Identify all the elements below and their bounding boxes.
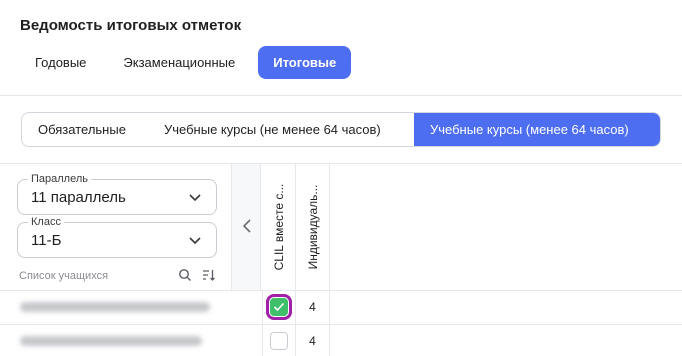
- class-value: 11-Б: [31, 232, 62, 249]
- table-row: 4: [0, 291, 682, 325]
- page-title: Ведомость итоговых отметок: [20, 17, 242, 34]
- tab-final[interactable]: Итоговые: [258, 46, 352, 79]
- parallel-select[interactable]: Параллель 11 параллель: [17, 173, 217, 215]
- mark-type-tabs: Годовые Экзаменационные Итоговые: [20, 46, 358, 79]
- subject-type-segmented-control: Обязательные Учебные курсы (не менее 64 …: [21, 112, 661, 147]
- individual-mark[interactable]: 4: [296, 325, 330, 356]
- segment-mandatory[interactable]: Обязательные: [22, 113, 148, 146]
- tab-annual[interactable]: Годовые: [20, 46, 101, 79]
- chevron-down-icon: [189, 194, 201, 202]
- check-icon: [273, 302, 285, 312]
- segment-courses-64-plus[interactable]: Учебные курсы (не менее 64 часов): [148, 113, 414, 146]
- student-name-blurred: [20, 336, 202, 346]
- tab-exam[interactable]: Экзаменационные: [108, 46, 250, 79]
- column-header-clil[interactable]: CLIL вместе с...: [262, 164, 296, 290]
- clil-cell: [262, 325, 296, 356]
- class-select[interactable]: Класс 11-Б: [17, 216, 217, 258]
- parallel-label: Параллель: [28, 173, 91, 185]
- column-header-individual[interactable]: Индивидуаль...: [296, 164, 330, 290]
- chevron-down-icon: [189, 237, 201, 245]
- students-list-label: Список учащихся: [19, 270, 109, 282]
- segment-courses-under-64[interactable]: Учебные курсы (менее 64 часов): [414, 113, 660, 146]
- page-header: Ведомость итоговых отметок Годовые Экзам…: [0, 0, 682, 96]
- clil-cell: [262, 291, 296, 324]
- parallel-value: 11 параллель: [31, 189, 126, 206]
- column-header-individual-label: Индивидуаль...: [305, 184, 320, 270]
- sort-icon[interactable]: [202, 268, 216, 282]
- student-name-blurred: [20, 302, 210, 312]
- clil-checkbox[interactable]: [270, 332, 288, 350]
- column-header-clil-label: CLIL вместе с...: [271, 183, 286, 271]
- chevron-left-icon: [242, 219, 251, 233]
- class-label: Класс: [28, 216, 64, 228]
- filters-panel: Параллель 11 параллель Класс 11-Б Список…: [0, 164, 231, 290]
- search-icon[interactable]: [178, 268, 192, 282]
- table-row: 4: [0, 325, 682, 356]
- individual-mark[interactable]: 4: [296, 291, 330, 324]
- collapse-panel-button[interactable]: [231, 164, 261, 290]
- clil-checkbox[interactable]: [266, 294, 292, 320]
